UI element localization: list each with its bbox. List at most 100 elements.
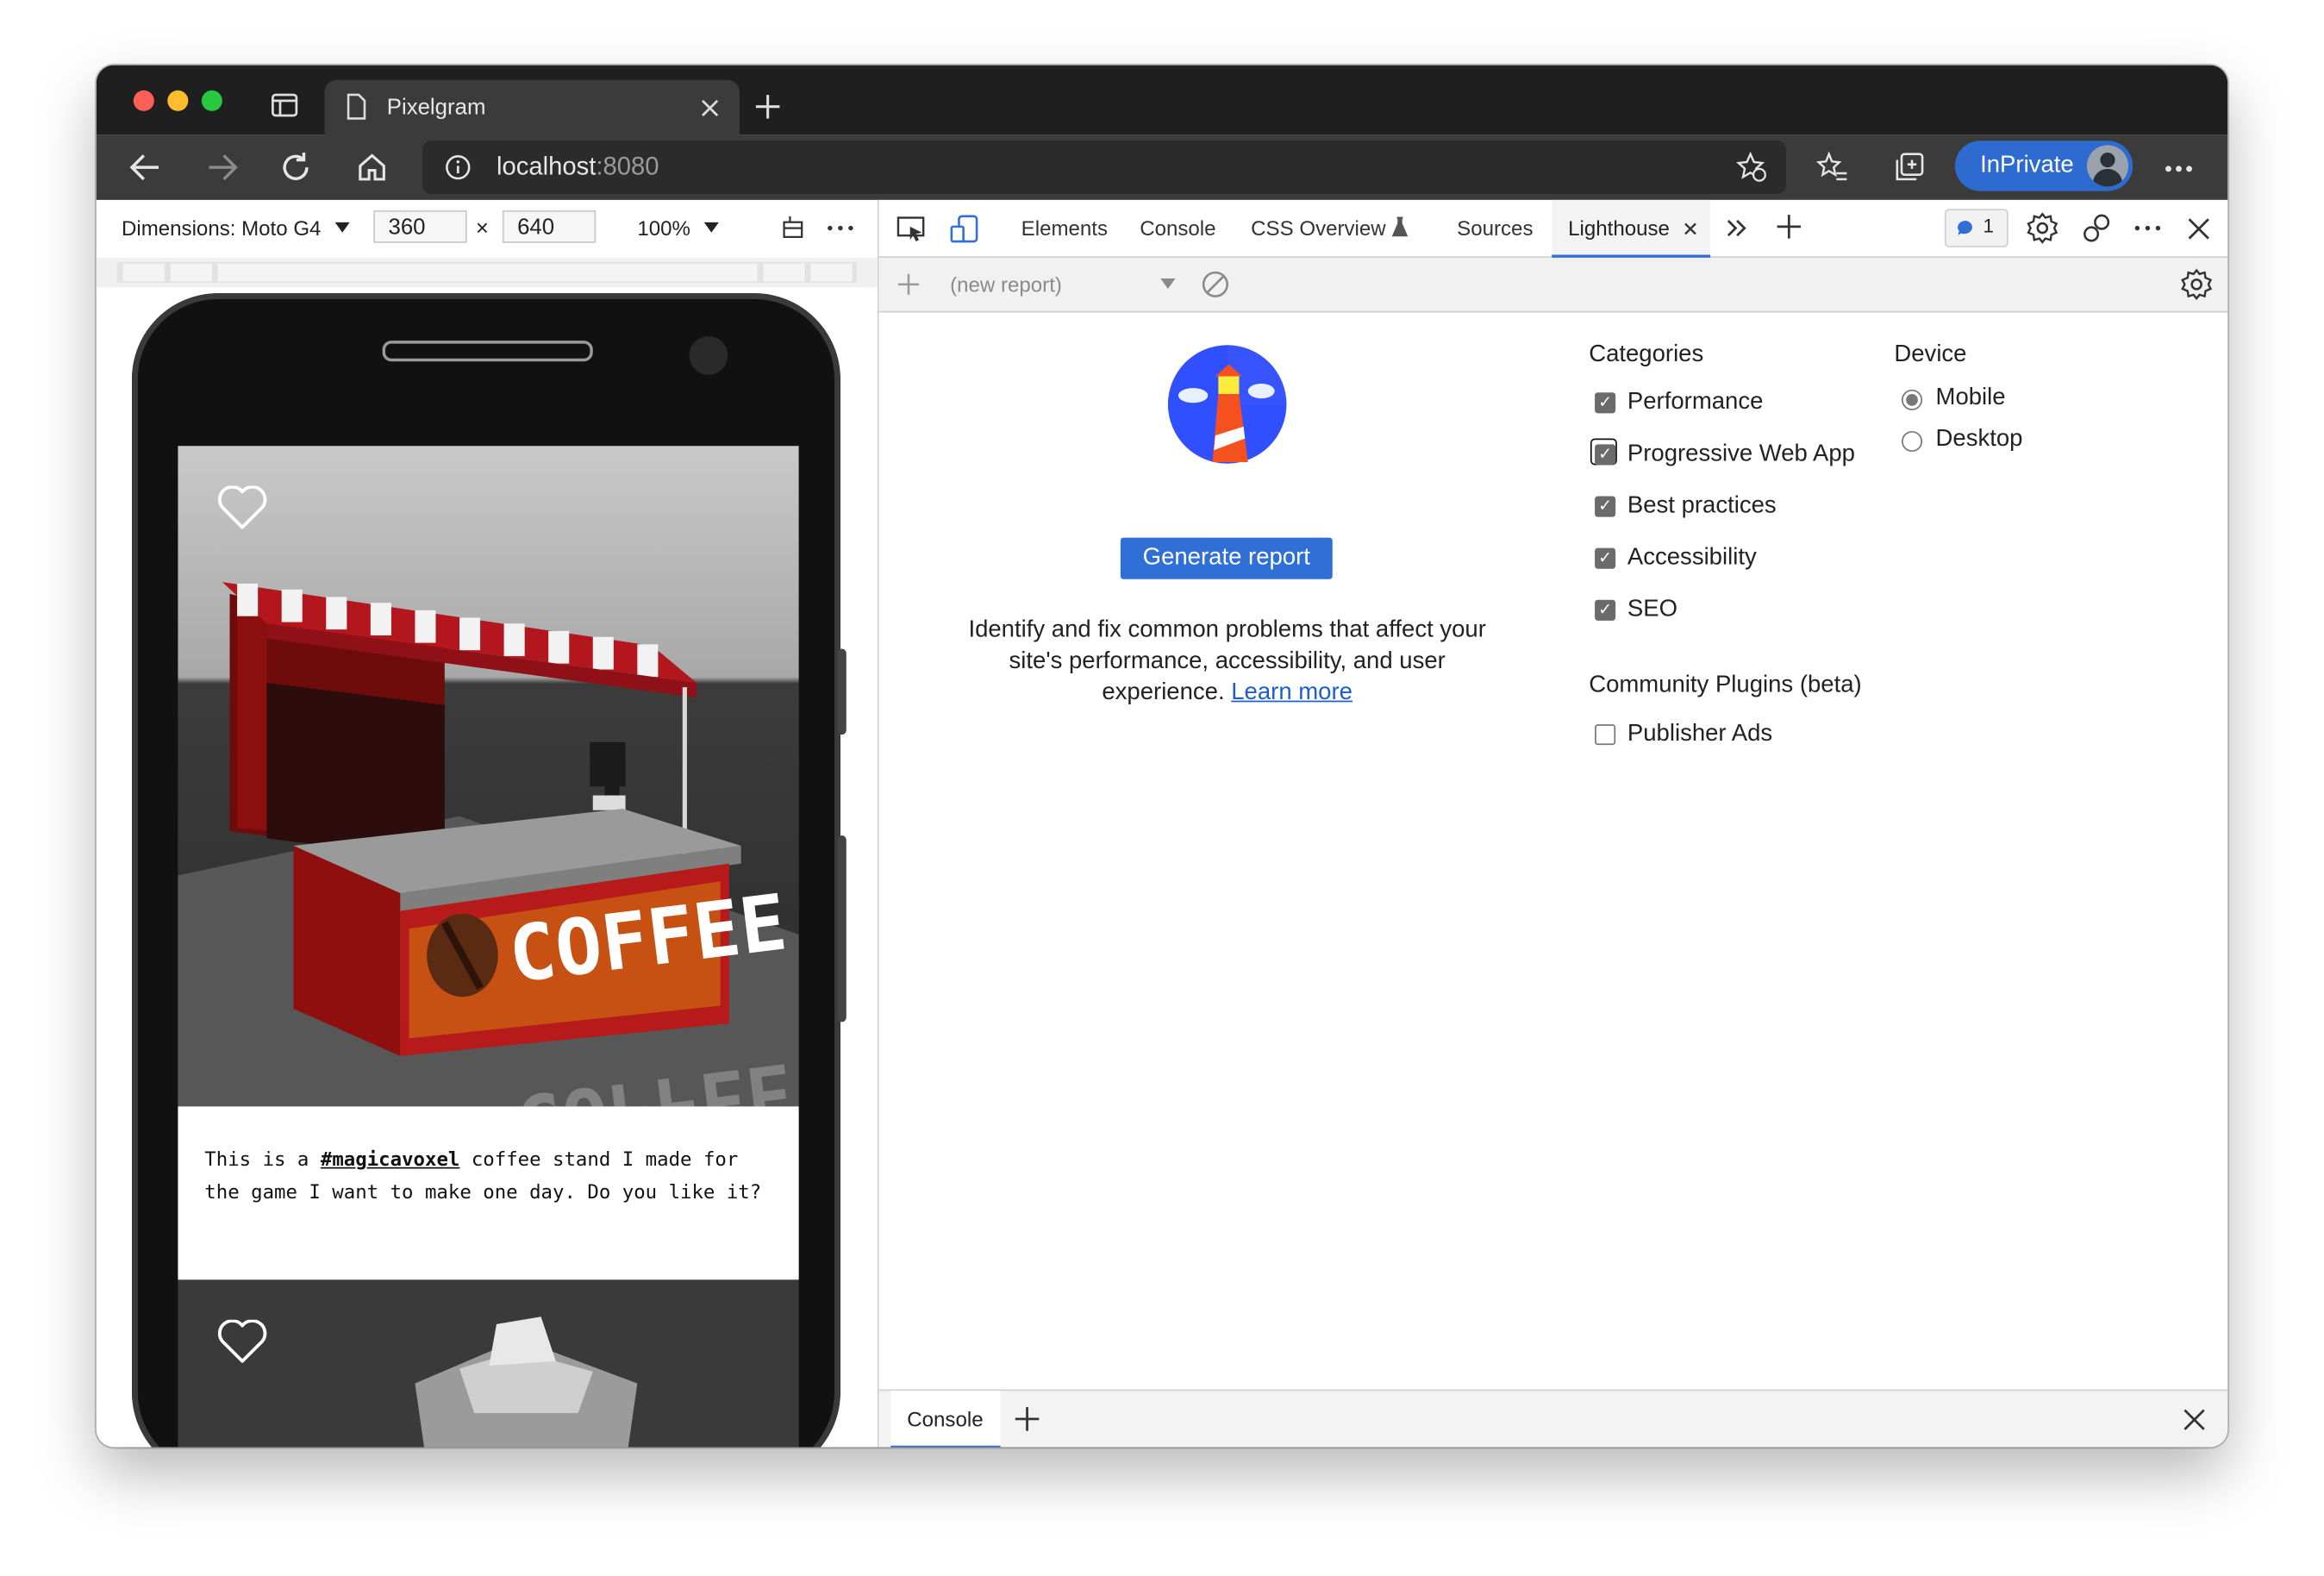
devtools-more-icon[interactable]	[2134, 225, 2161, 231]
phone-button	[837, 648, 847, 735]
rotate-icon[interactable]	[781, 215, 805, 238]
drawer-add-tab-icon[interactable]	[1014, 1405, 1040, 1432]
best-practices-label: Best practices	[1627, 493, 1777, 519]
performance-label: Performance	[1627, 389, 1764, 416]
coffee-stand-image: COFFEE COFFEE	[178, 446, 799, 1107]
publisher-ads-label: Publisher Ads	[1627, 721, 1773, 747]
pwa-label: Progressive Web App	[1627, 441, 1855, 467]
dimension-separator: ×	[475, 216, 489, 242]
maximize-window-button[interactable]	[201, 90, 222, 111]
accessibility-label: Accessibility	[1627, 545, 1757, 571]
second-post-image	[178, 1279, 799, 1448]
device-heading: Device	[1894, 341, 1967, 368]
tab-lighthouse[interactable]: Lighthouse	[1552, 199, 1711, 258]
new-report-plus-icon[interactable]	[896, 272, 921, 296]
desktop-radio[interactable]	[1901, 430, 1923, 452]
drawer-tab-console-label: Console	[907, 1407, 984, 1431]
phone-camera	[689, 335, 728, 375]
performance-checkbox[interactable]: ✓	[1595, 392, 1616, 414]
back-icon[interactable]	[129, 153, 162, 182]
lighthouse-settings-icon[interactable]	[2180, 268, 2213, 301]
device-more-icon[interactable]	[827, 225, 853, 231]
description-text: Identify and fix common problems that af…	[968, 617, 1486, 705]
report-select-chevron-icon	[1160, 278, 1176, 290]
device-toolbar-icon[interactable]	[950, 215, 979, 244]
settings-and-more-icon[interactable]	[2164, 165, 2193, 173]
home-icon[interactable]	[356, 151, 389, 184]
add-tab-icon[interactable]	[1776, 213, 1802, 240]
phone-volume-button	[837, 835, 847, 1023]
post-caption: This is a #magicavoxel coffee stand I ma…	[178, 1106, 799, 1280]
issues-chat-icon	[1958, 220, 1972, 236]
hashtag-link[interactable]: #magicavoxel	[321, 1149, 459, 1172]
clear-reports-icon[interactable]	[1201, 270, 1230, 299]
forward-icon[interactable]	[206, 153, 239, 182]
experimental-flask-icon	[1391, 216, 1409, 237]
accessibility-checkbox[interactable]: ✓	[1595, 547, 1616, 569]
tab-sources[interactable]: Sources	[1457, 216, 1533, 240]
close-drawer-icon[interactable]	[2183, 1409, 2206, 1431]
phone-frame: COFFEE COFFEE This is a #magicavoxel cof…	[132, 293, 847, 1448]
add-favorite-icon[interactable]	[1735, 151, 1768, 184]
pwa-checkbox[interactable]: ✓	[1595, 444, 1616, 466]
close-devtools-icon[interactable]	[2188, 218, 2210, 241]
issues-count: 1	[1983, 215, 1994, 237]
mobile-radio[interactable]	[1901, 389, 1923, 410]
like-heart-icon[interactable]	[217, 485, 267, 531]
device-toolbar: Dimensions: Moto G4 360 × 640 100%	[97, 200, 878, 256]
height-input[interactable]: 640	[502, 210, 597, 243]
media-query-ruler[interactable]	[96, 257, 878, 288]
tab-console[interactable]: Console	[1140, 216, 1215, 240]
tab-title: Pixelgram	[386, 94, 486, 121]
second-like-heart-icon[interactable]	[217, 1319, 267, 1365]
close-tab-icon[interactable]	[701, 99, 719, 117]
url-text: localhost:8080	[496, 152, 659, 181]
width-input[interactable]: 360	[373, 210, 467, 243]
console-drawer: Console	[878, 1389, 2228, 1448]
site-info-icon[interactable]	[445, 154, 472, 181]
refresh-icon[interactable]	[280, 151, 313, 184]
lighthouse-logo-icon	[1167, 345, 1287, 464]
best-practices-checkbox[interactable]: ✓	[1595, 496, 1616, 517]
phone-screen[interactable]: COFFEE COFFEE This is a #magicavoxel cof…	[178, 446, 799, 1448]
close-window-button[interactable]	[133, 90, 154, 111]
phone-speaker	[382, 341, 593, 362]
tab-lighthouse-label: Lighthouse	[1568, 216, 1670, 241]
send-feedback-icon[interactable]	[2081, 212, 2114, 245]
favorites-icon[interactable]	[1815, 151, 1848, 184]
lighthouse-toolbar: (new report)	[878, 257, 2228, 313]
issues-badge[interactable]: 1	[1944, 209, 2009, 247]
tab-elements[interactable]: Elements	[1021, 216, 1108, 240]
new-tab-icon[interactable]	[754, 93, 781, 120]
inprivate-button[interactable]: InPrivate	[1954, 141, 2133, 191]
report-select[interactable]: (new report)	[950, 272, 1062, 296]
page-icon	[347, 93, 366, 120]
devtools-panel: Elements Console CSS Overview Sources Li…	[878, 199, 2228, 1448]
zoom-select[interactable]: 100%	[637, 216, 690, 240]
seo-label: SEO	[1627, 597, 1678, 622]
more-tabs-icon[interactable]	[1727, 219, 1747, 237]
learn-more-link[interactable]: Learn more	[1231, 680, 1353, 705]
tab-css-overview[interactable]: CSS Overview	[1251, 216, 1386, 240]
inspect-element-icon[interactable]	[896, 216, 926, 243]
lighthouse-start-view: Generate report Identify and fix common …	[878, 312, 2228, 1390]
browser-tab-pixelgram[interactable]: Pixelgram	[324, 79, 740, 135]
address-bar[interactable]: localhost:8080	[422, 141, 1786, 195]
collections-icon[interactable]	[1893, 151, 1926, 184]
desktop-label: Desktop	[1935, 426, 2023, 452]
drawer-tab-console[interactable]: Console	[890, 1391, 1001, 1448]
tab-actions-icon[interactable]	[271, 93, 298, 117]
close-lighthouse-tab-icon[interactable]	[1684, 222, 1696, 235]
seo-checkbox[interactable]: ✓	[1595, 599, 1616, 621]
dimensions-select[interactable]: Dimensions: Moto G4	[122, 216, 321, 240]
minimize-window-button[interactable]	[167, 90, 189, 111]
generate-report-button[interactable]: Generate report	[1120, 537, 1333, 579]
zoom-chevron-icon	[703, 222, 719, 233]
browser-window: Pixelgram localhost:8080 InPrivate Dimen…	[96, 65, 2228, 1448]
caption-text-start: This is a	[204, 1149, 321, 1172]
devtools-settings-icon[interactable]	[2026, 212, 2058, 245]
device-emulation-pane: Dimensions: Moto G4 360 × 640 100% COFFE…	[96, 199, 879, 1448]
plugins-heading: Community Plugins (beta)	[1589, 672, 1862, 698]
publisher-ads-checkbox[interactable]	[1595, 724, 1616, 746]
chevron-down-icon	[334, 222, 350, 233]
